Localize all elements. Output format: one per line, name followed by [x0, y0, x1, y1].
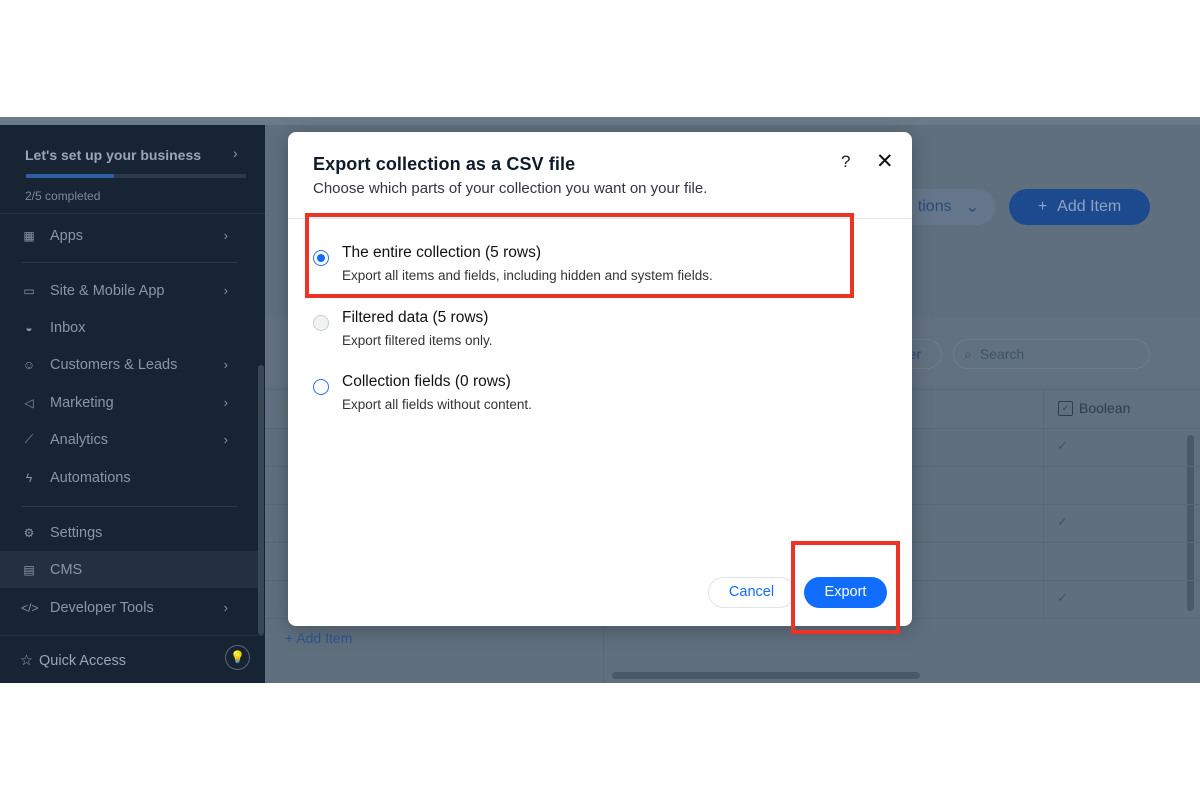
setup-title[interactable]: Let's set up your business — [25, 147, 201, 163]
sidebar-item-label: Developer Tools — [50, 599, 154, 616]
plus-icon: + — [1037, 198, 1048, 215]
sidebar-item-label: Apps — [50, 227, 84, 244]
sidebar-item-label: CMS — [50, 561, 83, 578]
number-cell: 3 — [1005, 515, 1200, 531]
search-placeholder: Search — [979, 346, 1025, 362]
dialog-subtitle: Choose which parts of your collection yo… — [313, 180, 708, 197]
search-input[interactable]: ⌕ Search — [953, 339, 1150, 369]
add-item-label: Add Item — [1057, 198, 1122, 215]
cancel-button[interactable]: Cancel — [708, 577, 795, 608]
radio-button[interactable] — [313, 379, 329, 395]
apps-grid-icon: ▦ — [23, 228, 35, 243]
chevron-right-icon: › — [223, 228, 228, 243]
setup-progress-text: 2/5 completed — [25, 189, 101, 203]
horizontal-scrollbar[interactable] — [612, 672, 920, 679]
setup-progress-bar — [26, 174, 246, 178]
sidebar-item-label: Settings — [50, 524, 103, 541]
option-label: Filtered data (5 rows) — [342, 309, 489, 326]
option-description: Export all fields without content. — [342, 397, 532, 412]
gear-icon: ⚙ — [23, 525, 35, 540]
sidebar-item-label: Automations — [50, 469, 131, 486]
lightbulb-icon[interactable]: 💡 — [225, 645, 250, 670]
sidebar-item-developer-tools[interactable]: </> Developer Tools › — [0, 589, 258, 626]
quick-access[interactable]: ☆ Quick Access — [20, 653, 126, 669]
sidebar-item-cms[interactable]: ▤ CMS — [0, 551, 258, 588]
sidebar-item-label: Analytics — [50, 431, 109, 448]
add-item-button[interactable]: + Add Item — [1009, 189, 1150, 225]
checkbox-icon: ✓ — [1058, 400, 1073, 416]
sidebar-item-label: Inbox — [50, 319, 86, 336]
sidebar-item-analytics[interactable]: ⟋ Analytics › — [0, 421, 258, 458]
check-icon: ✓ — [1057, 514, 1068, 529]
chevron-right-icon: › — [223, 432, 228, 447]
sidebar-scrollbar[interactable] — [258, 365, 264, 635]
megaphone-icon: ◁ — [24, 395, 34, 410]
sidebar-item-apps[interactable]: ▦ Apps › — [0, 217, 258, 254]
number-cell: 5 — [1005, 591, 1200, 607]
inbox-icon: ◒ — [25, 320, 33, 335]
dialog-title: Export collection as a CSV file — [313, 154, 576, 174]
sidebar-item-customers-leads[interactable]: ☺ Customers & Leads › — [0, 346, 258, 383]
option-description: Export filtered items only. — [342, 333, 493, 348]
sidebar-item-label: Site & Mobile App — [50, 282, 165, 299]
divider — [0, 213, 265, 214]
help-icon[interactable]: ? — [841, 152, 850, 172]
number-cell: 1 — [1005, 439, 1200, 455]
divider — [22, 506, 237, 507]
add-item-link-label: Add Item — [296, 630, 353, 646]
add-item-link[interactable]: + Add Item — [285, 630, 352, 646]
star-list-icon: ☆ — [20, 653, 33, 669]
sidebar: Let's set up your business › 2/5 complet… — [0, 125, 265, 683]
devices-icon: ▭ — [23, 283, 35, 298]
customers-icon: ☺ — [22, 357, 36, 372]
chevron-down-icon: ⌄ — [965, 199, 979, 216]
column-header-label: Boolean — [1079, 400, 1131, 416]
close-icon[interactable]: ✕ — [876, 149, 894, 174]
chevron-right-icon: › — [223, 357, 228, 372]
sidebar-item-site-mobile-app[interactable]: ▭ Site & Mobile App › — [0, 272, 258, 309]
sidebar-item-settings[interactable]: ⚙ Settings — [0, 514, 258, 551]
search-icon: ⌕ — [964, 345, 972, 362]
sidebar-item-automations[interactable]: ϟ Automations — [0, 459, 258, 496]
check-icon: ✓ — [1057, 590, 1068, 605]
radio-button[interactable] — [313, 315, 329, 331]
code-icon: </> — [21, 600, 39, 615]
check-icon: ✓ — [1057, 438, 1068, 453]
quick-access-label: Quick Access — [39, 653, 127, 669]
divider — [22, 262, 237, 263]
sidebar-item-marketing[interactable]: ◁ Marketing › — [0, 384, 258, 421]
sidebar-item-label: Customers & Leads — [50, 356, 178, 373]
highlight-box — [791, 541, 900, 634]
number-cell: 4 — [1005, 553, 1200, 569]
table-icon: ▤ — [23, 562, 35, 577]
lightning-icon: ϟ — [25, 470, 33, 485]
top-bar — [0, 117, 1200, 125]
sidebar-item-inbox[interactable]: ◒ Inbox — [0, 309, 258, 346]
column-header-boolean[interactable]: ✓ Boolean — [1058, 400, 1130, 416]
sidebar-item-label: Marketing — [50, 394, 114, 411]
chevron-right-icon: › — [223, 283, 228, 298]
chevron-right-icon: › — [223, 395, 228, 410]
options-label: tions — [917, 198, 952, 215]
chevron-right-icon: › — [223, 600, 228, 615]
highlight-box — [305, 213, 854, 298]
option-label: Collection fields (0 rows) — [342, 373, 511, 390]
progress-fill — [26, 174, 114, 178]
divider — [0, 635, 265, 636]
column-divider — [603, 617, 604, 683]
chart-icon: ⟋ — [24, 432, 34, 446]
number-cell: 2 — [1005, 477, 1200, 493]
chevron-right-icon[interactable]: › — [233, 145, 238, 161]
